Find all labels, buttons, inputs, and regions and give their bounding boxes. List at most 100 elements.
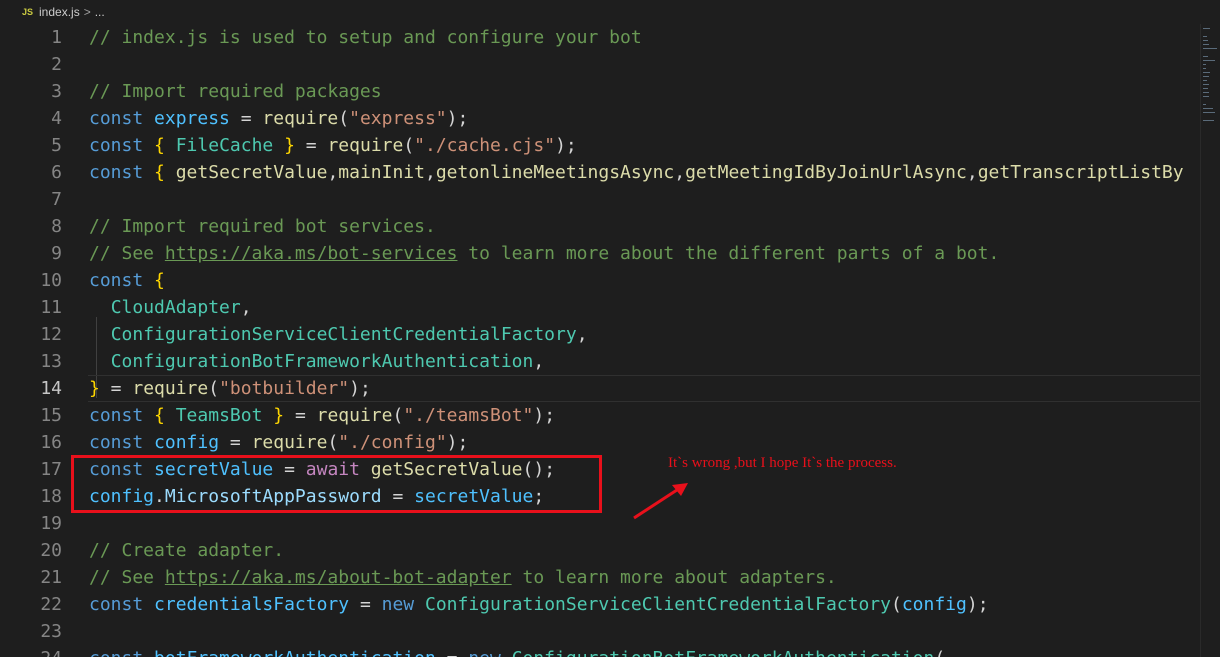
breadcrumb: JS index.js > ... (0, 0, 1220, 24)
code-token: ); (555, 135, 577, 156)
code-token: = (284, 405, 317, 426)
code-line[interactable]: 23 (0, 618, 1200, 645)
minimap-line (1203, 120, 1214, 121)
line-number: 21 (40, 567, 62, 588)
code-token: = (349, 594, 382, 615)
code-token: ConfigurationServiceClientCredentialFact… (110, 324, 577, 345)
code-token: = (99, 378, 133, 399)
code-line[interactable]: 5 const { FileCache } = require("./cache.… (0, 132, 1200, 159)
code-line[interactable]: 1 // index.js is used to setup and config… (0, 24, 1200, 51)
code-line[interactable]: 3 // Import required packages (0, 78, 1200, 105)
line-number: 10 (40, 270, 62, 291)
code-token: ConfigurationBotFrameworkAuthentication (512, 648, 935, 657)
code-text: // index.js is used to setup and configu… (89, 24, 642, 51)
breadcrumb-file[interactable]: index.js (39, 5, 80, 19)
code-line[interactable]: 21 // See https://aka.ms/about-bot-adapte… (0, 564, 1200, 591)
code-line[interactable]: 7 (0, 186, 1200, 213)
code-token: const (89, 648, 154, 657)
code-token: TeamsBot (175, 405, 263, 426)
minimap-line (1203, 96, 1209, 97)
code-token: getonlineMeetingsAsync (435, 162, 675, 183)
code-token: const (89, 108, 155, 129)
code-line[interactable]: 6 const { getSecretValue,mainInit,getonli… (0, 159, 1200, 186)
code-text: const { FileCache } = require("./cache.c… (89, 132, 577, 159)
code-line[interactable]: 19 (0, 510, 1200, 537)
code-token: , (966, 162, 978, 183)
code-line[interactable]: 15 const { TeamsBot } = require("./teamsB… (0, 402, 1200, 429)
code-token: // Create adapter. (89, 540, 285, 561)
minimap-line (1203, 36, 1207, 37)
line-number: 15 (40, 405, 62, 426)
code-text: const config = require("./config"); (89, 429, 468, 456)
minimap-line (1203, 80, 1207, 81)
code-token: ); (966, 594, 989, 615)
code-token: { (154, 405, 176, 426)
code-token: require (262, 108, 339, 129)
code-line[interactable]: 10 const { (0, 267, 1200, 294)
code-token: , (240, 297, 252, 318)
line-number: 16 (40, 432, 62, 453)
code-token: { (154, 162, 176, 183)
code-line[interactable]: 9 // See https://aka.ms/bot-services to l… (0, 240, 1200, 267)
code-token: // index.js is used to setup and configu… (89, 27, 642, 48)
code-line[interactable]: 2 (0, 51, 1200, 78)
code-line[interactable]: 20 // Create adapter. (0, 537, 1200, 564)
line-number: 14 (40, 378, 62, 399)
code-line[interactable]: 4 const express = require("express"); (0, 105, 1200, 132)
code-token: new (468, 648, 511, 657)
code-token: ); (446, 432, 469, 453)
code-text: const credentialsFactory = new Configura… (89, 591, 989, 618)
code-token: ( (208, 378, 220, 399)
code-text: const { getSecretValue,mainInit,getonlin… (89, 159, 1184, 186)
code-token: = (219, 432, 252, 453)
minimap-line (1203, 88, 1208, 89)
minimap-line (1203, 108, 1213, 109)
code-token: ( (890, 594, 902, 615)
breadcrumb-rest[interactable]: ... (95, 5, 105, 19)
code-token: = (229, 108, 263, 129)
code-token: credentialsFactory (154, 594, 350, 615)
code-text: CloudAdapter, (89, 294, 252, 321)
code-token: "./teamsBot" (403, 405, 534, 426)
line-number: 22 (40, 594, 62, 615)
code-line[interactable]: 14 } = require("botbuilder"); (0, 375, 1200, 402)
code-token: const (89, 594, 155, 615)
code-text: const botFrameworkAuthentication = new C… (89, 645, 945, 657)
code-token: to learn more about the different parts … (457, 243, 1000, 264)
minimap-line (1203, 104, 1206, 105)
code-token[interactable]: https://aka.ms/bot-services (165, 243, 458, 264)
code-token: require (327, 135, 404, 156)
code-token: require (132, 378, 209, 399)
code-token: to learn more about adapters. (511, 567, 837, 588)
minimap-line (1203, 48, 1217, 49)
code-line[interactable]: 24 const botFrameworkAuthentication = new… (0, 645, 1200, 657)
code-line[interactable]: 16 const config = require("./config"); (0, 429, 1200, 456)
code-line[interactable]: 8 // Import required bot services. (0, 213, 1200, 240)
minimap[interactable] (1200, 24, 1220, 657)
code-text: // Create adapter. (89, 537, 284, 564)
code-text: // See https://aka.ms/bot-services to le… (89, 240, 999, 267)
line-number: 3 (51, 81, 62, 102)
code-line[interactable]: 12 ConfigurationServiceClientCredentialF… (0, 321, 1200, 348)
line-number: 13 (40, 351, 62, 372)
code-line[interactable]: 22 const credentialsFactory = new Configu… (0, 591, 1200, 618)
code-token[interactable]: https://aka.ms/about-bot-adapter (165, 567, 512, 588)
code-token: "./cache.cjs" (414, 135, 556, 156)
code-text: const express = require("express"); (89, 105, 468, 132)
code-token: // Import required packages (89, 81, 382, 102)
code-line[interactable]: 11 CloudAdapter, (0, 294, 1200, 321)
code-line[interactable]: 13 ConfigurationBotFrameworkAuthenticati… (0, 348, 1200, 375)
code-text: const { TeamsBot } = require("./teamsBot… (89, 402, 555, 429)
code-token: const (89, 270, 155, 291)
code-token: ( (403, 135, 415, 156)
highlight-box (71, 455, 602, 513)
code-editor[interactable]: 1 // index.js is used to setup and config… (0, 24, 1200, 657)
line-number: 23 (40, 621, 62, 642)
code-text: } = require("botbuilder"); (89, 375, 371, 402)
line-number: 9 (51, 243, 62, 264)
code-token: config (154, 432, 220, 453)
code-text: const { (89, 267, 165, 294)
minimap-line (1203, 84, 1209, 85)
